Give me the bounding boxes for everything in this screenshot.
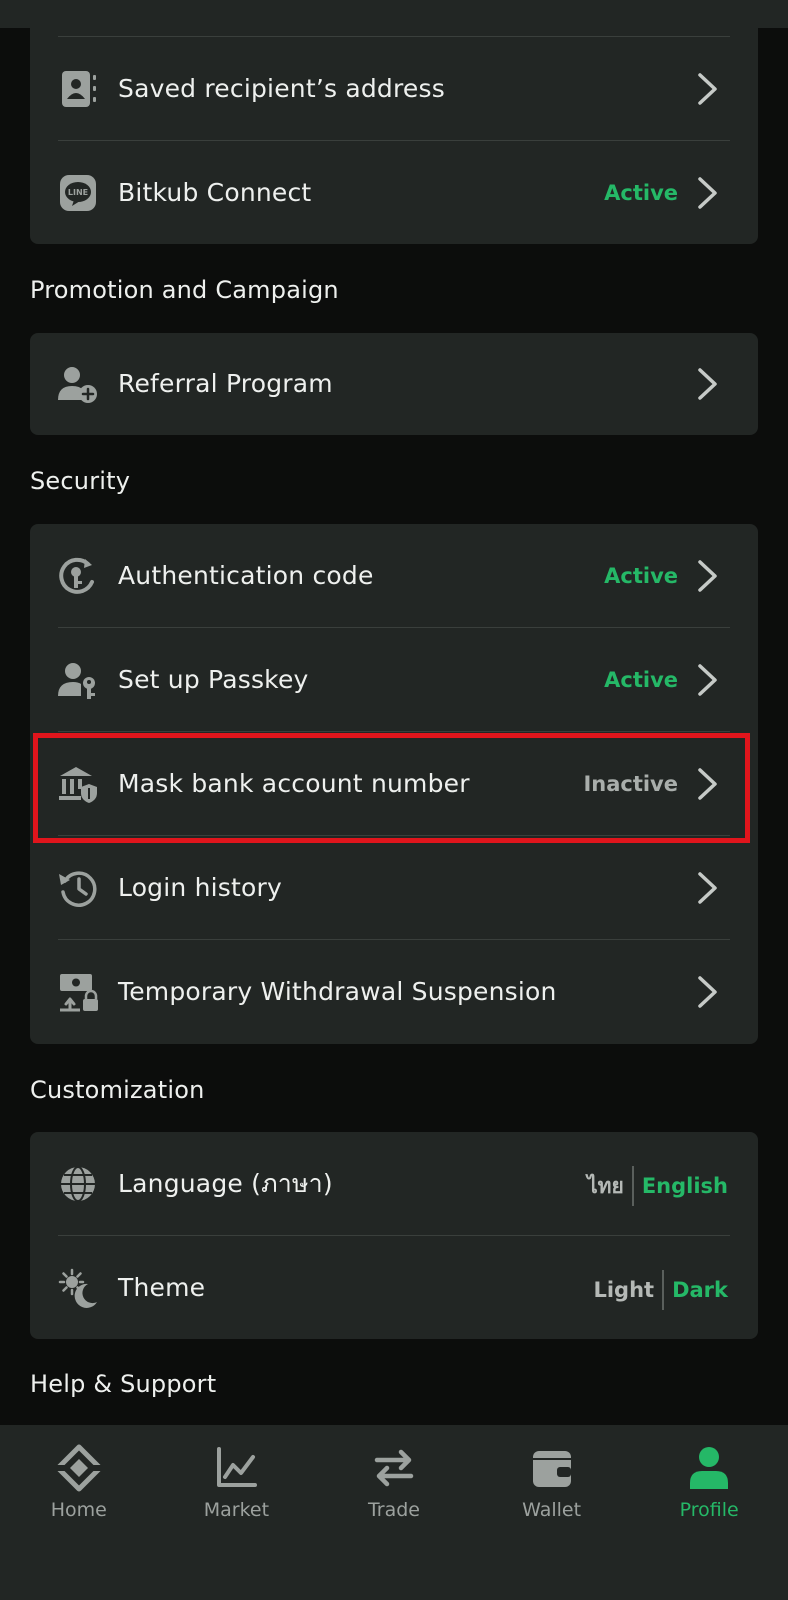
bank-shield-icon <box>58 764 98 804</box>
nav-trade[interactable]: Trade <box>315 1425 473 1555</box>
chevron-right-icon <box>696 175 720 211</box>
language-option-thai[interactable]: ไทย <box>579 1170 632 1203</box>
referral-program-label: Referral Program <box>118 369 333 398</box>
line-app-icon: LINE <box>58 173 98 213</box>
set-up-passkey-row[interactable]: Set up Passkey Active <box>30 628 758 732</box>
mask-bank-account-number-label: Mask bank account number <box>118 769 470 798</box>
theme-option-light[interactable]: Light <box>585 1278 662 1302</box>
language-label: Language (ภาษา) <box>118 1169 333 1198</box>
nav-label: Trade <box>367 1499 420 1521</box>
nav-label: Market <box>203 1499 270 1521</box>
nav-market[interactable]: Market <box>158 1425 316 1555</box>
theme-option-dark[interactable]: Dark <box>664 1278 728 1302</box>
set-up-passkey-label: Set up Passkey <box>118 665 309 694</box>
status-badge: Active <box>604 668 678 692</box>
authentication-key-icon <box>58 556 98 596</box>
wallet-icon <box>527 1443 577 1493</box>
bitkub-logo-icon <box>53 1443 104 1493</box>
section-title-customization: Customization <box>30 1076 205 1104</box>
section-title-security: Security <box>30 467 131 495</box>
language-toggle: ไทย English <box>579 1166 728 1206</box>
status-badge: Inactive <box>583 772 678 796</box>
saved-recipient-address-row[interactable]: Saved recipient’s address <box>30 37 758 141</box>
chevron-right-icon <box>696 974 720 1010</box>
language-option-english[interactable]: English <box>634 1174 728 1198</box>
section-title-promotion: Promotion and Campaign <box>30 276 339 304</box>
login-history-row[interactable]: Login history <box>30 836 758 940</box>
history-clock-icon <box>58 868 98 908</box>
contact-book-icon <box>58 69 98 109</box>
chevron-right-icon <box>696 366 720 402</box>
security-card: Authentication code Active Set up Passke… <box>30 524 758 1044</box>
temporary-withdrawal-suspension-row[interactable]: Temporary Withdrawal Suspension <box>30 940 758 1044</box>
chevron-right-icon <box>696 558 720 594</box>
section-title-help: Help & Support <box>30 1370 217 1398</box>
money-lock-icon <box>58 972 98 1012</box>
mask-bank-account-number-row[interactable]: Mask bank account number Inactive <box>30 732 758 836</box>
add-user-icon <box>58 364 98 404</box>
login-history-label: Login history <box>118 873 282 902</box>
account-card: Saved recipient’s address LINE Bitkub Co… <box>30 0 758 244</box>
saved-recipient-address-label: Saved recipient’s address <box>118 74 445 103</box>
swap-arrows-icon <box>369 1443 419 1493</box>
status-badge: Active <box>604 564 678 588</box>
referral-program-row[interactable]: Referral Program <box>30 333 758 435</box>
nav-profile[interactable]: Profile <box>630 1425 788 1555</box>
nav-label: Profile <box>679 1499 739 1521</box>
chart-line-icon <box>211 1443 261 1493</box>
nav-wallet[interactable]: Wallet <box>473 1425 631 1555</box>
svg-text:LINE: LINE <box>68 188 88 197</box>
language-row: Language (ภาษา) ไทย English <box>30 1132 758 1236</box>
theme-label: Theme <box>118 1273 206 1302</box>
theme-toggle: Light Dark <box>585 1270 728 1310</box>
profile-user-icon <box>684 1443 734 1493</box>
promotion-card: Referral Program <box>30 333 758 435</box>
sun-moon-icon <box>58 1268 98 1308</box>
passkey-user-icon <box>58 660 98 700</box>
authentication-code-label: Authentication code <box>118 561 374 590</box>
nav-label: Wallet <box>522 1499 582 1521</box>
temporary-withdrawal-suspension-label: Temporary Withdrawal Suspension <box>118 977 557 1006</box>
bitkub-connect-row[interactable]: LINE Bitkub Connect Active <box>30 141 758 244</box>
customization-card: Language (ภาษา) ไทย English Theme Light … <box>30 1132 758 1339</box>
bitkub-connect-label: Bitkub Connect <box>118 178 312 207</box>
chevron-right-icon <box>696 870 720 906</box>
chevron-right-icon <box>696 662 720 698</box>
nav-label: Home <box>50 1499 107 1521</box>
authentication-code-row[interactable]: Authentication code Active <box>30 524 758 628</box>
chevron-right-icon <box>696 71 720 107</box>
nav-home[interactable]: Home <box>0 1425 158 1555</box>
globe-icon <box>58 1164 98 1204</box>
status-badge: Active <box>604 181 678 205</box>
bottom-nav: Home Market Trade Wallet Profile <box>0 1425 788 1600</box>
theme-row: Theme Light Dark <box>30 1236 758 1339</box>
chevron-right-icon <box>696 766 720 802</box>
